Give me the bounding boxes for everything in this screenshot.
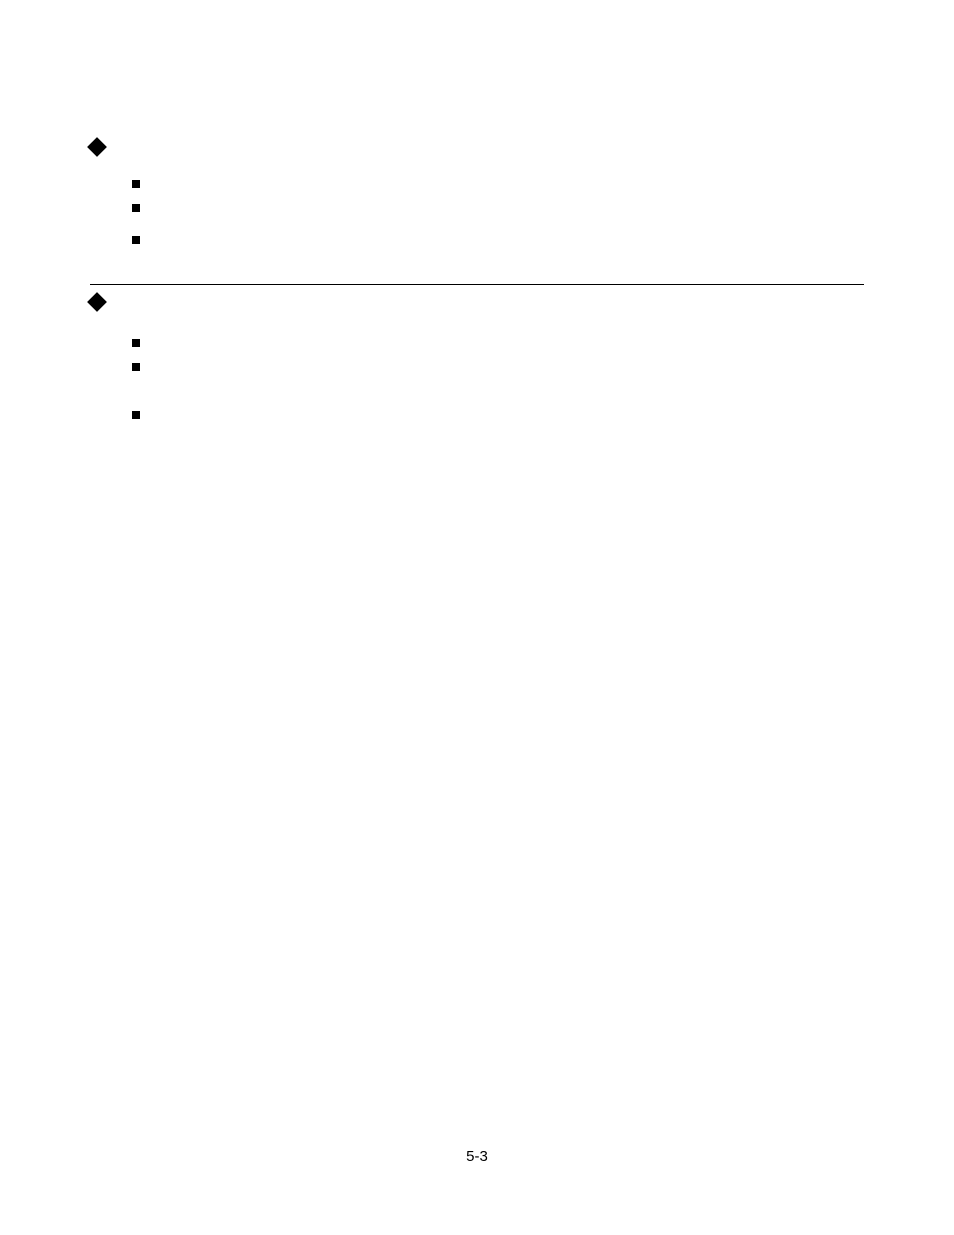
level-1-bullet — [90, 295, 864, 309]
sub-bullet-list-2 — [132, 337, 864, 419]
level-2-bullet — [132, 234, 864, 244]
level-2-bullet — [132, 409, 864, 419]
square-bullet-icon — [132, 204, 140, 212]
square-bullet-icon — [132, 411, 140, 419]
level-2-bullet — [132, 337, 864, 347]
page-number: 5-3 — [0, 1148, 954, 1165]
section-divider — [90, 284, 864, 285]
sub-bullet-list-1 — [132, 178, 864, 244]
level-2-bullet — [132, 361, 864, 371]
square-bullet-icon — [132, 180, 140, 188]
square-bullet-icon — [132, 339, 140, 347]
page-content — [0, 0, 954, 419]
square-bullet-icon — [132, 236, 140, 244]
level-2-bullet — [132, 202, 864, 212]
bullet-section-1 — [90, 140, 864, 244]
diamond-bullet-icon — [87, 137, 107, 157]
level-1-bullet — [90, 140, 864, 154]
level-2-bullet — [132, 178, 864, 188]
square-bullet-icon — [132, 363, 140, 371]
bullet-section-2 — [90, 295, 864, 419]
diamond-bullet-icon — [87, 292, 107, 312]
